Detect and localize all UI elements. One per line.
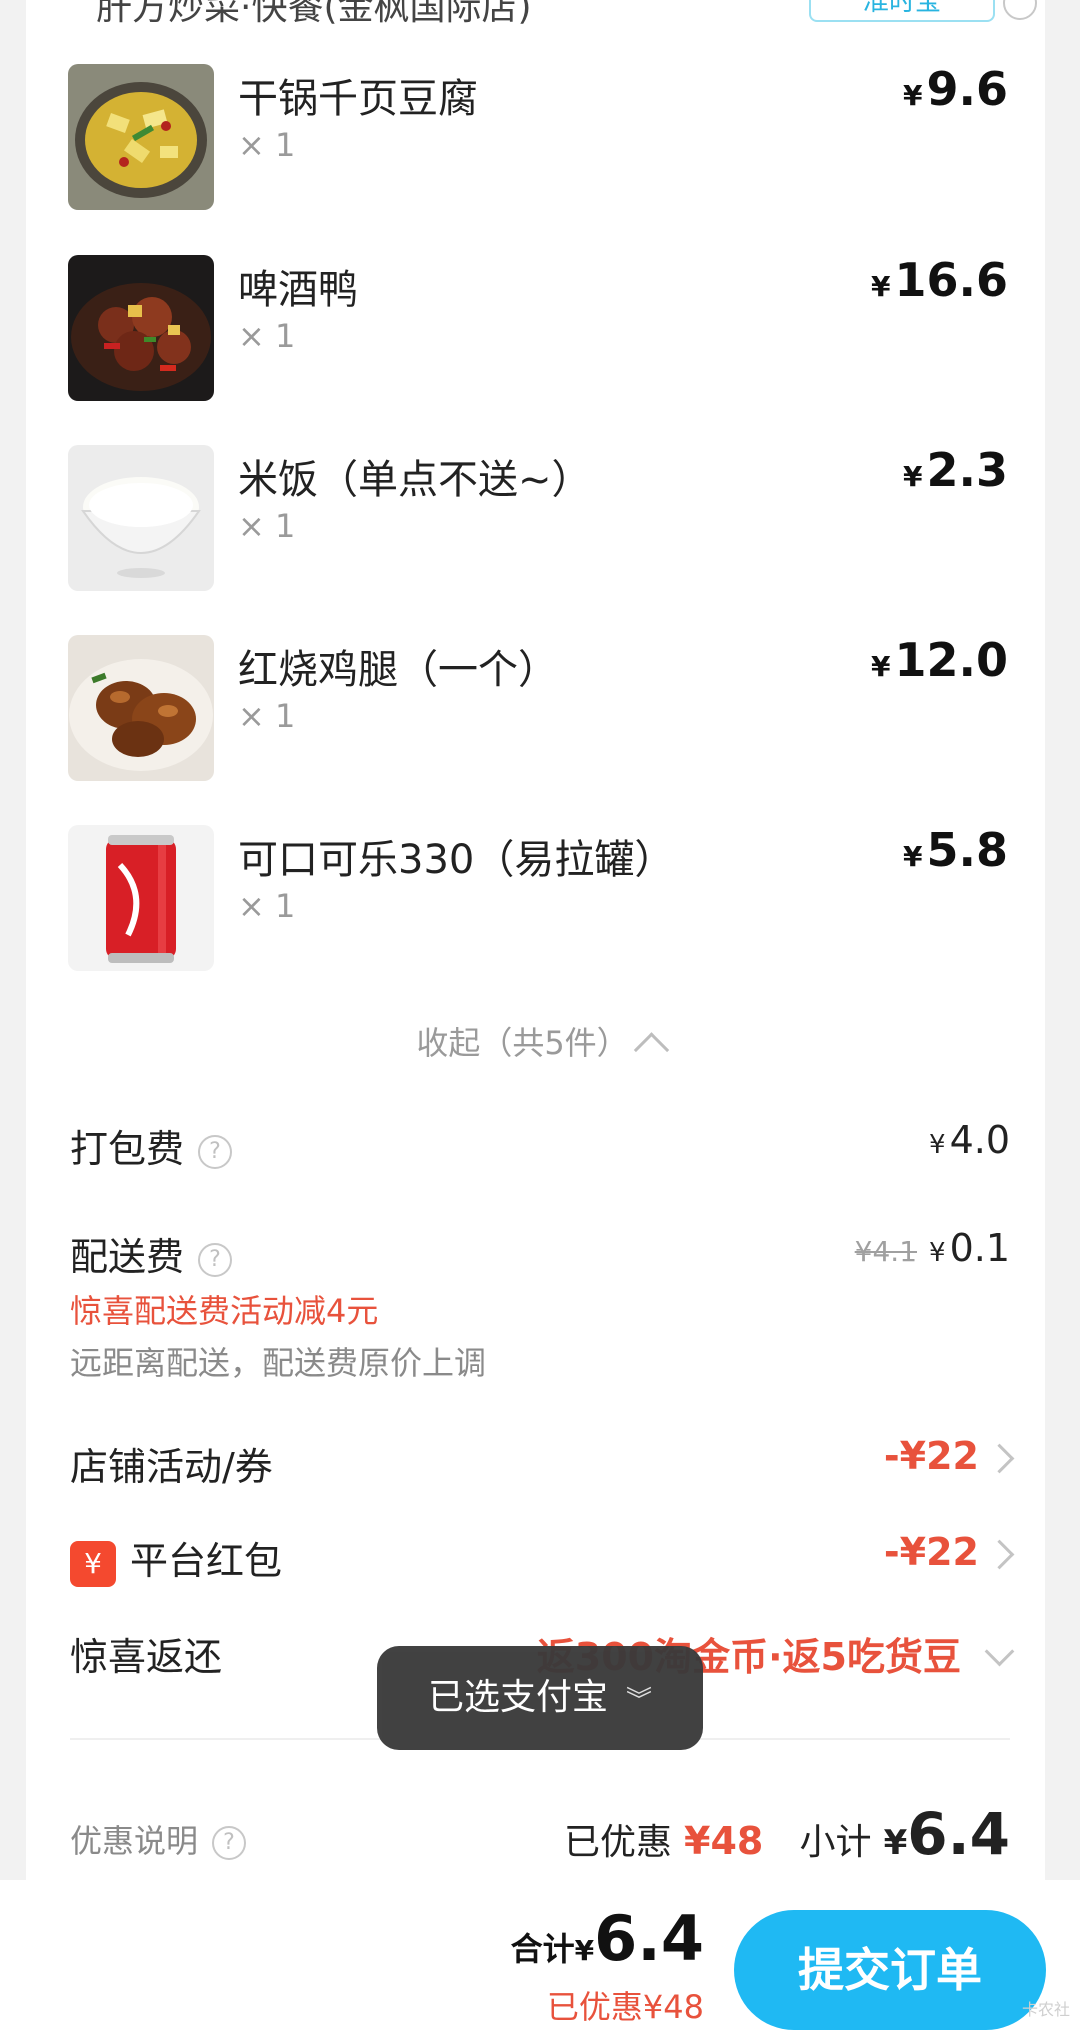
platform-redpacket-value: -¥22 [883, 1530, 979, 1574]
order-item: 米饭（单点不送~） × 1 ¥2.3 [68, 443, 1008, 591]
yen-redpacket-icon: ¥ [70, 1540, 116, 1587]
delivery-promo-text: 惊喜配送费活动减4元 [70, 1292, 379, 1330]
order-item: 可口可乐330（易拉罐） × 1 ¥5.8 [68, 823, 1008, 971]
total-amount: 6.4 [594, 1902, 704, 1975]
packaging-fee-label: 打包费? [70, 1118, 233, 1173]
footer-saved-text: 已优惠¥48 [546, 1988, 704, 2026]
platform-redpacket-row[interactable]: -¥22 [883, 1530, 1015, 1574]
shop-name: 肝方炒菜·快餐(金枫国际店) [96, 0, 532, 28]
item-price: ¥12.0 [871, 633, 1008, 687]
chevron-up-icon [633, 1032, 669, 1068]
collapse-items-toggle[interactable]: 收起（共5件） [0, 1018, 1080, 1068]
discount-info-label[interactable]: 优惠说明? [70, 1816, 247, 1862]
rebate-label: 惊喜返还 [70, 1635, 223, 1679]
item-price: ¥9.6 [903, 62, 1008, 116]
shop-discount-value: -¥22 [883, 1434, 979, 1478]
chevron-right-icon [984, 1539, 1015, 1570]
coca-cola-can-photo [68, 825, 214, 971]
rice-bowl-photo [68, 445, 214, 591]
delivery-fee-label: 配送费? [70, 1226, 233, 1281]
item-quantity: × 1 [238, 507, 296, 545]
help-icon[interactable] [1003, 0, 1037, 20]
item-quantity: × 1 [238, 887, 296, 925]
shop-discount-row[interactable]: -¥22 [883, 1434, 1015, 1478]
checkout-footer: 合计¥6.4 已优惠¥48 提交订单 卡农社 [0, 1880, 1080, 2038]
item-name: 米饭（单点不送~） [238, 457, 592, 503]
platform-redpacket-label: ¥ 平台红包 [70, 1530, 282, 1587]
item-quantity: × 1 [238, 126, 296, 164]
beer-duck-photo [68, 255, 214, 401]
subtotal-summary: 已优惠 ¥48 小计 ¥6.4 [563, 1800, 1010, 1868]
payment-method-toast: 已选支付宝 ︾ [377, 1646, 703, 1750]
shop-discount-label: 店铺活动/券 [70, 1445, 273, 1489]
submit-order-button[interactable]: 提交订单 [734, 1910, 1046, 2030]
item-price: ¥2.3 [903, 443, 1008, 497]
chevron-down-icon [984, 1636, 1015, 1667]
item-quantity: × 1 [238, 697, 296, 735]
item-name: 啤酒鸭 [238, 267, 358, 313]
delivery-fee-original: ¥4.1 [854, 1235, 918, 1268]
subtotal-amount: 6.4 [907, 1800, 1010, 1868]
packaging-fee-value: ¥4.0 [929, 1118, 1010, 1162]
saved-amount: ¥48 [684, 1819, 764, 1863]
help-icon[interactable]: ? [198, 1242, 233, 1277]
order-item: 干锅千页豆腐 × 1 ¥9.6 [68, 62, 1008, 210]
item-price: ¥16.6 [871, 253, 1008, 307]
item-name: 可口可乐330（易拉罐） [238, 837, 675, 883]
chevron-right-icon [984, 1443, 1015, 1474]
order-item: 红烧鸡腿（一个） × 1 ¥12.0 [68, 633, 1008, 781]
dry-pot-tofu-photo [68, 64, 214, 210]
braised-chicken-leg-photo [68, 635, 214, 781]
delivery-note-text: 远距离配送，配送费原价上调 [70, 1344, 487, 1382]
item-quantity: × 1 [238, 317, 296, 355]
watermark: 卡农社 [1021, 2000, 1070, 2019]
item-name: 干锅千页豆腐 [238, 76, 478, 122]
collapse-label: 收起（共5件） [416, 1024, 629, 1062]
delivery-fee-value: ¥4.1 ¥0.1 [854, 1226, 1010, 1270]
item-price: ¥5.8 [903, 823, 1008, 877]
total-line: 合计¥6.4 [510, 1902, 704, 1975]
item-name: 红烧鸡腿（一个） [238, 647, 558, 693]
order-item: 啤酒鸭 × 1 ¥16.6 [68, 253, 1008, 401]
on-time-badge: 准时宝 [809, 0, 995, 22]
double-chevron-down-icon: ︾ [626, 1686, 653, 1716]
help-icon[interactable]: ? [198, 1134, 233, 1169]
help-icon[interactable]: ? [212, 1826, 247, 1860]
